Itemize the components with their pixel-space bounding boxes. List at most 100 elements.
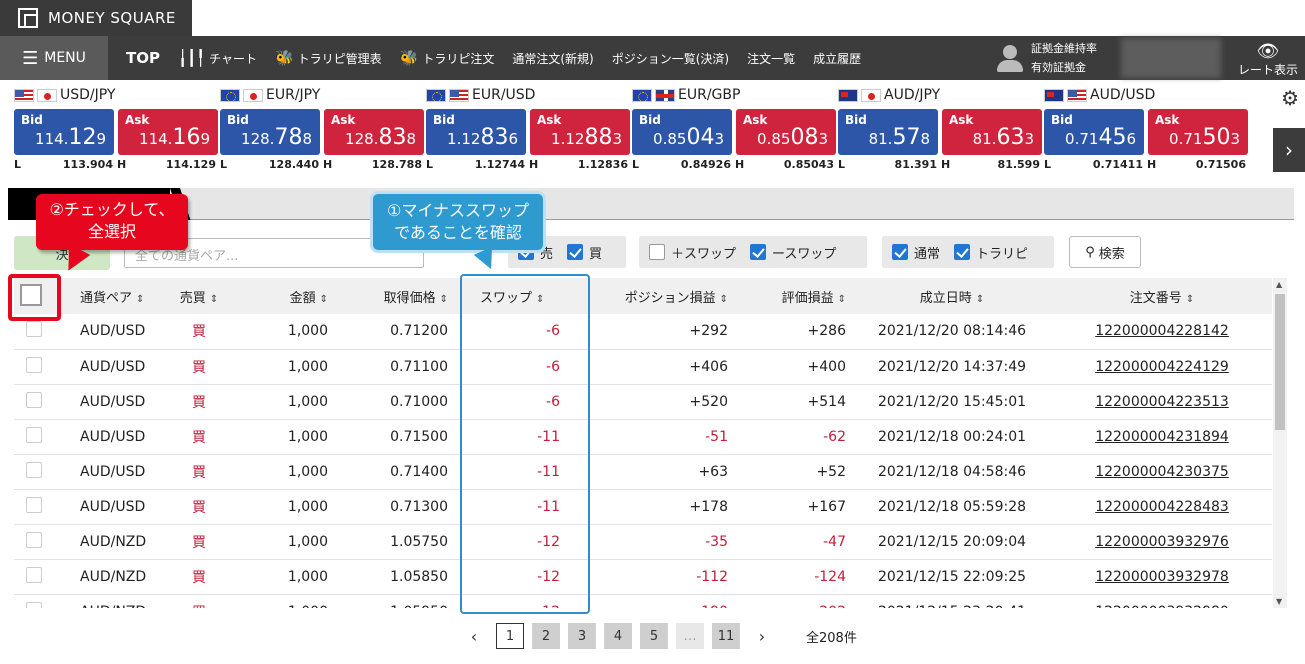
row-select-cell[interactable] [14,454,54,490]
row-checkbox[interactable] [26,426,42,443]
row-checkbox[interactable] [26,496,42,513]
col-amount[interactable]: 金額 ⇕ [234,278,334,314]
row-select-cell[interactable] [14,524,54,560]
page-3[interactable]: 3 [568,623,596,649]
plus-swap-checkbox[interactable] [649,244,665,260]
scroll-up-icon[interactable]: ▲ [1276,280,1282,289]
order-number-link[interactable]: 122000004228483 [1052,489,1272,525]
chevron-right-icon[interactable]: › [1273,128,1305,172]
torapi-checkbox[interactable] [954,244,971,260]
table-row[interactable]: AUD/USD 買 1,000 0.71300 -11 +178 +167 2021/12/1… [14,489,1272,525]
row-checkbox[interactable] [26,391,42,408]
prev-page-icon[interactable]: ‹ [460,623,488,649]
table-row[interactable]: AUD/USD 買 1,000 0.71200 -6 +292 +286 2021/12/20… [14,314,1272,350]
row-select-cell[interactable] [14,349,54,385]
page-4[interactable]: 4 [604,623,632,649]
nav-normal-order[interactable]: 通常注文(新規) [512,50,593,67]
order-number-link[interactable]: 122000004230375 [1052,454,1272,490]
scroll-thumb[interactable] [1275,294,1285,430]
torapi-option[interactable]: トラリピ [954,243,1028,262]
table-row[interactable]: AUD/USD 買 1,000 0.71000 -6 +520 +514 2021/12/20… [14,384,1272,420]
order-number-link[interactable]: 122000004228142 [1052,314,1272,350]
next-page-icon[interactable]: › [748,623,776,649]
brand-logo[interactable]: MONEY SQUARE [0,0,192,36]
ticker-eurgbp[interactable]: EUR/GBP Bid 0.85043 Ask 0.85083 L 0.84926 H 0… [632,84,838,171]
row-checkbox[interactable] [26,321,42,338]
col-pair[interactable]: 通貨ペア ⇕ [54,278,164,314]
minus-swap-option[interactable]: ースワップ [750,243,836,262]
user-icon[interactable] [995,43,1025,73]
table-row[interactable]: AUD/NZD 買 1,000 1.05750 -12 -35 -47 2021/12/15 … [14,524,1272,560]
table-row[interactable]: AUD/USD 買 1,000 0.71100 -6 +406 +400 2021/12/20… [14,349,1272,385]
bid-button[interactable]: Bid 1.12836 [426,109,526,155]
scroll-down-icon[interactable]: ▼ [1276,597,1282,606]
bid-button[interactable]: Bid 114.129 [14,109,114,155]
normal-option[interactable]: 通常 [892,243,940,262]
ask-button[interactable]: Ask 1.12883 [530,109,630,155]
table-scrollbar[interactable]: ▲ ▼ [1273,278,1287,608]
nav-orders[interactable]: 注文一覧 [747,50,795,67]
order-number-link[interactable]: 122000004224129 [1052,349,1272,385]
row-checkbox[interactable] [26,566,42,583]
ask-button[interactable]: Ask 114.169 [118,109,218,155]
ticker-audusd[interactable]: AUD/USD Bid 0.71456 Ask 0.71503 L 0.71411 H 0… [1044,84,1250,171]
table-row[interactable]: AUD/NZD買1,0001.05950-12-190-2022021/12/1… [14,594,1272,608]
buy-option[interactable]: 買 [567,243,602,262]
ask-button[interactable]: Ask 81.633 [942,109,1042,155]
ticker-usdjpy[interactable]: USD/JPY Bid 114.129 Ask 114.169 L 113.904 H 1… [14,84,220,171]
nav-chart[interactable]: ╽┃╿ チャート [178,49,257,67]
order-number-link[interactable]: 122000004231894 [1052,419,1272,455]
row-select-cell[interactable] [14,384,54,420]
row-checkbox[interactable] [26,601,42,608]
page-2[interactable]: 2 [532,623,560,649]
bid-button[interactable]: Bid 128.788 [220,109,320,155]
row-checkbox[interactable] [26,461,42,478]
buy-checkbox[interactable] [567,244,584,260]
nav-top[interactable]: TOP [126,49,160,67]
nav-positions[interactable]: ポジション一覧(決済) [612,50,729,67]
col-eval-pl[interactable]: 評価損益 ⇕ [734,278,852,314]
bid-button[interactable]: Bid 0.71456 [1044,109,1144,155]
nav-history[interactable]: 成立履歴 [813,50,861,67]
ticker-eurjpy[interactable]: EUR/JPY Bid 128.788 Ask 128.838 L 128.440 H 1… [220,84,426,171]
row-checkbox[interactable] [26,531,42,548]
page-5[interactable]: 5 [640,623,668,649]
gear-icon[interactable]: ⚙ [1281,86,1299,110]
col-position-pl[interactable]: ポジション損益 ⇕ [584,278,734,314]
nav-torapi-table[interactable]: 🐝 トラリピ管理表 [275,49,382,67]
col-price[interactable]: 取得価格 ⇕ [334,278,454,314]
ask-button[interactable]: Ask 0.85083 [736,109,836,155]
bid-button[interactable]: Bid 0.85043 [632,109,732,155]
menu-button[interactable]: ☰ MENU [0,36,108,80]
row-select-cell[interactable] [14,559,54,595]
bid-button[interactable]: Bid 81.578 [838,109,938,155]
row-select-cell[interactable] [14,594,54,608]
normal-checkbox[interactable] [892,244,908,260]
minus-swap-checkbox[interactable] [750,244,767,260]
search-button[interactable]: ⚲ 検索 [1069,236,1141,268]
order-number-link[interactable]: 122000004223513 [1052,384,1272,420]
row-select-cell[interactable] [14,489,54,525]
col-order-no[interactable]: 注文番号 ⇕ [1052,278,1272,314]
order-number-link[interactable]: 122000003932980 [1052,594,1272,608]
row-checkbox[interactable] [26,356,42,373]
ask-button[interactable]: Ask 128.838 [324,109,424,155]
order-number-link[interactable]: 122000003932978 [1052,559,1272,595]
table-row[interactable]: AUD/NZD 買 1,000 1.05850 -12 -112 -124 2021/12/1… [14,559,1272,595]
ask-button[interactable]: Ask 0.71503 [1148,109,1248,155]
row-select-cell[interactable] [14,419,54,455]
page-1[interactable]: 1 [496,623,524,649]
ticker-audjpy[interactable]: AUD/JPY Bid 81.578 Ask 81.633 L 81.391 H 81.5… [838,84,1044,171]
flag-au-icon [1044,88,1064,102]
page-11[interactable]: 11 [712,623,740,649]
table-row[interactable]: AUD/USD 買 1,000 0.71400 -11 +63 +52 2021/12/18 … [14,454,1272,490]
ticker-eurusd[interactable]: EUR/USD Bid 1.12836 Ask 1.12883 L 1.12744 H 1… [426,84,632,171]
table-row[interactable]: AUD/USD 買 1,000 0.71500 -11 -51 -62 2021/12/18 … [14,419,1272,455]
plus-swap-option[interactable]: ＋スワップ [649,243,736,262]
col-date[interactable]: 成立日時 ⇕ [852,278,1052,314]
rate-display-toggle[interactable]: 👁 レート表示 [1231,39,1305,78]
select-all-checkbox-highlight[interactable] [20,284,42,306]
order-number-link[interactable]: 122000003932976 [1052,524,1272,560]
nav-torapi-order[interactable]: 🐝 トラリピ注文 [400,49,495,67]
col-side[interactable]: 売買 ⇕ [164,278,234,314]
